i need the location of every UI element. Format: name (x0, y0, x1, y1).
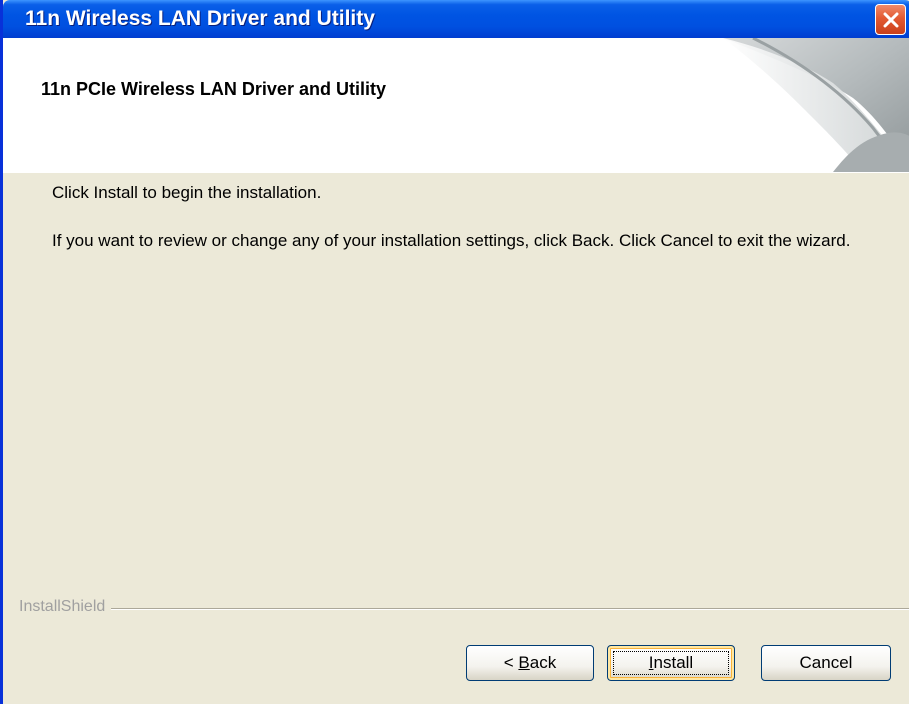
back-button[interactable]: < Back (466, 645, 594, 681)
close-icon (883, 12, 898, 27)
header-title: 11n PCIe Wireless LAN Driver and Utility (41, 79, 386, 99)
wizard-header: 11n PCIe Wireless LAN Driver and Utility (3, 38, 909, 173)
installer-window: 11n Wireless LAN Driver and Utility 11n … (0, 0, 909, 704)
window-title: 11n Wireless LAN Driver and Utility (25, 7, 375, 30)
install-button[interactable]: Install (607, 645, 735, 681)
description-text: If you want to review or change any of y… (52, 231, 851, 250)
header-divider (3, 172, 909, 173)
focus-ring (613, 651, 729, 675)
cancel-label: Cancel (799, 653, 853, 672)
instruction-text: Click Install to begin the installation. (52, 183, 322, 202)
back-mnemonic: B (518, 653, 530, 672)
cancel-button[interactable]: Cancel (761, 645, 891, 681)
title-bar[interactable]: 11n Wireless LAN Driver and Utility (3, 0, 909, 38)
installshield-label: InstallShield (19, 598, 112, 616)
back-label-rest: ack (529, 653, 557, 672)
page-curl-graphic (723, 38, 909, 172)
close-button[interactable] (875, 4, 906, 35)
footer-separator (19, 608, 909, 610)
back-prefix: < (503, 653, 519, 672)
